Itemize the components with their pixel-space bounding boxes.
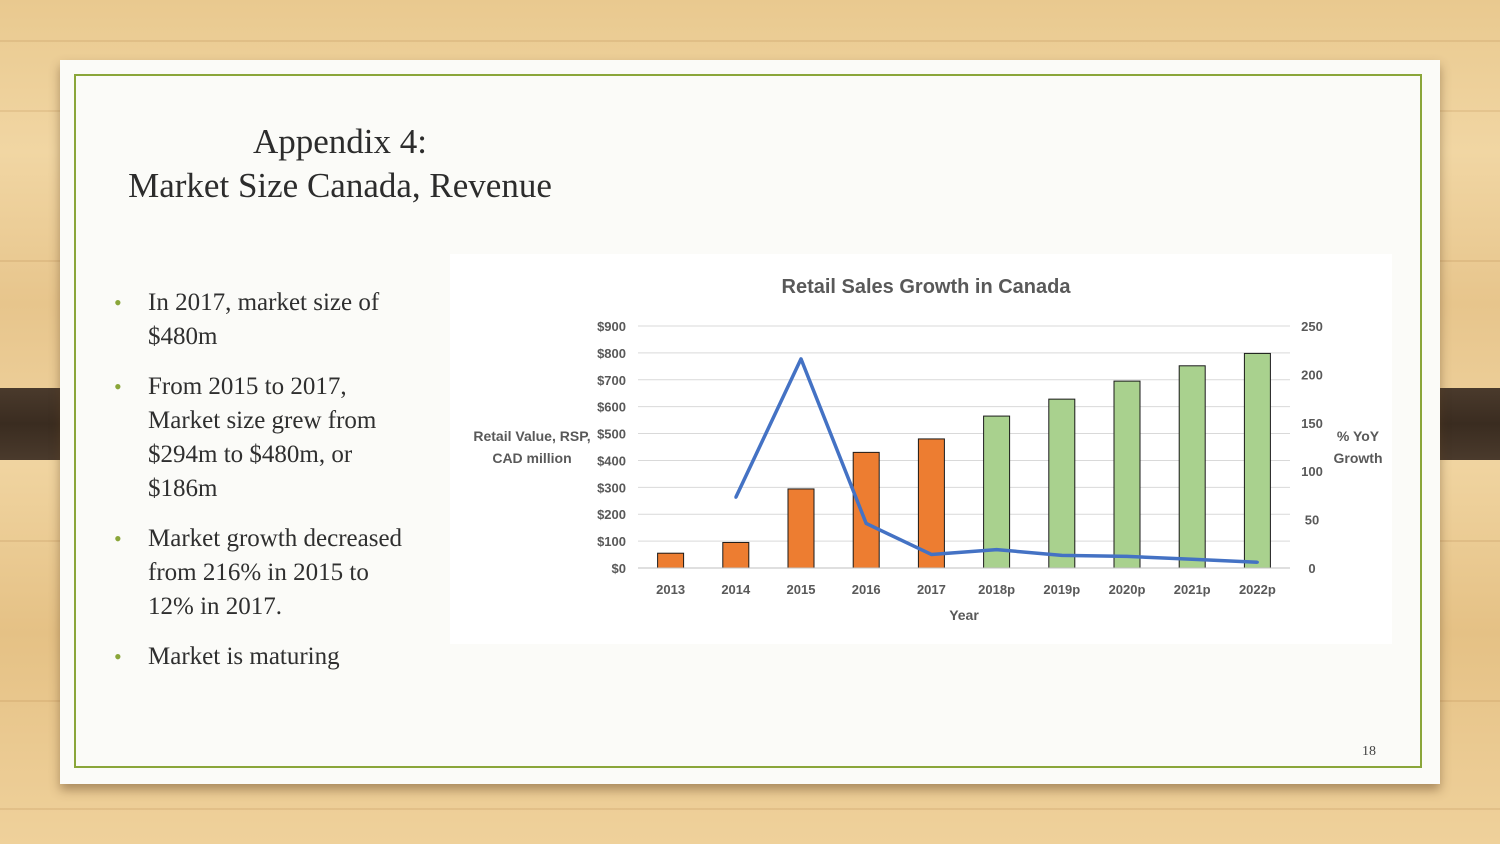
- y-tick-label: $300: [597, 480, 626, 495]
- y-axis-title-line2: CAD million: [492, 450, 571, 466]
- bullet-item: • In 2017, market size of $480m: [110, 286, 410, 354]
- y-tick-label: $200: [597, 507, 626, 522]
- growth-point-2021p: [1190, 557, 1194, 561]
- bullet-list: • In 2017, market size of $480m • From 201…: [110, 286, 410, 690]
- growth-point-2015: [799, 357, 803, 361]
- bar-2013: [657, 552, 685, 569]
- y2-axis-title-line1: % YoY: [1337, 428, 1380, 444]
- x-tick-label: 2013: [656, 582, 685, 597]
- slide-title-line2: Market Size Canada, Revenue: [128, 166, 552, 205]
- growth-point-2019p: [1060, 553, 1064, 557]
- chart-container: Retail Sales Growth in Canada $0 $100 $200 $…: [450, 254, 1392, 644]
- bar-2020p: [1113, 380, 1141, 569]
- y-tick-label: $800: [597, 346, 626, 361]
- x-tick-label: 2018p: [978, 582, 1015, 597]
- bullet-text: From 2015 to 2017, Market size grew from…: [148, 373, 377, 502]
- bar-2019p: [1048, 398, 1076, 569]
- x-tick-label: 2021p: [1174, 582, 1211, 597]
- growth-point-2017: [929, 552, 933, 556]
- bullet-item: • Market is maturing: [110, 640, 410, 674]
- growth-point-2020p: [1125, 554, 1129, 558]
- bullet-item: • Market growth decreased from 216% in 20…: [110, 522, 410, 624]
- x-tick-label: 2022p: [1239, 582, 1276, 597]
- y2-tick-label: 200: [1301, 367, 1323, 382]
- bar-2016: [852, 451, 880, 569]
- y-tick-label: $0: [612, 561, 626, 576]
- y-axis-title-line1: Retail Value, RSP,: [473, 428, 590, 444]
- x-tick-label: 2017: [917, 582, 946, 597]
- growth-point-2022p: [1255, 560, 1259, 564]
- y-tick-label: $500: [597, 427, 626, 442]
- growth-point-2014: [734, 495, 738, 499]
- bullet-dot-icon: •: [114, 290, 122, 315]
- bullet-dot-icon: •: [114, 526, 122, 551]
- x-axis-title: Year: [949, 607, 979, 623]
- bullet-dot-icon: •: [114, 374, 122, 399]
- x-tick-label: 2016: [852, 582, 881, 597]
- chart-svg: Retail Sales Growth in Canada $0 $100 $200 $…: [473, 276, 1383, 623]
- bullet-item: • From 2015 to 2017, Market size grew fro…: [110, 370, 410, 506]
- bar-2014: [722, 541, 750, 569]
- bullet-text: Market growth decreased from 216% in 201…: [148, 525, 403, 620]
- growth-point-2016: [864, 521, 868, 525]
- slide-title: Appendix 4: Market Size Canada, Revenue: [120, 120, 560, 208]
- x-tick-label: 2020p: [1109, 582, 1146, 597]
- y2-axis-title-line2: Growth: [1334, 450, 1383, 466]
- y2-tick-label: 100: [1301, 464, 1323, 479]
- growth-point-2018p: [995, 548, 999, 552]
- y2-tick-label: 50: [1305, 513, 1319, 528]
- page-number: 18: [1362, 744, 1376, 759]
- y-tick-label: $400: [597, 453, 626, 468]
- bullet-dot-icon: •: [114, 644, 122, 669]
- bar-2018p: [983, 415, 1011, 569]
- slide-title-line1: Appendix 4:: [252, 122, 427, 161]
- bar-2022p: [1243, 352, 1271, 569]
- x-tick-label: 2015: [787, 582, 816, 597]
- y-tick-label: $600: [597, 400, 626, 415]
- slide-card: Appendix 4: Market Size Canada, Revenue …: [60, 60, 1440, 784]
- bar-2015: [787, 488, 815, 569]
- y2-tick-label: 250: [1301, 319, 1323, 334]
- y2-tick-label: 0: [1308, 561, 1315, 576]
- chart-title: Retail Sales Growth in Canada: [782, 276, 1072, 298]
- x-tick-label: 2014: [721, 582, 751, 597]
- bullet-text: Market is maturing: [148, 643, 340, 670]
- y-tick-label: $700: [597, 373, 626, 388]
- y2-tick-label: 150: [1301, 416, 1323, 431]
- bar-2021p: [1178, 365, 1206, 569]
- y-tick-label: $900: [597, 319, 626, 334]
- bullet-text: In 2017, market size of $480m: [148, 289, 380, 350]
- y-tick-label: $100: [597, 534, 626, 549]
- x-tick-label: 2019p: [1043, 582, 1080, 597]
